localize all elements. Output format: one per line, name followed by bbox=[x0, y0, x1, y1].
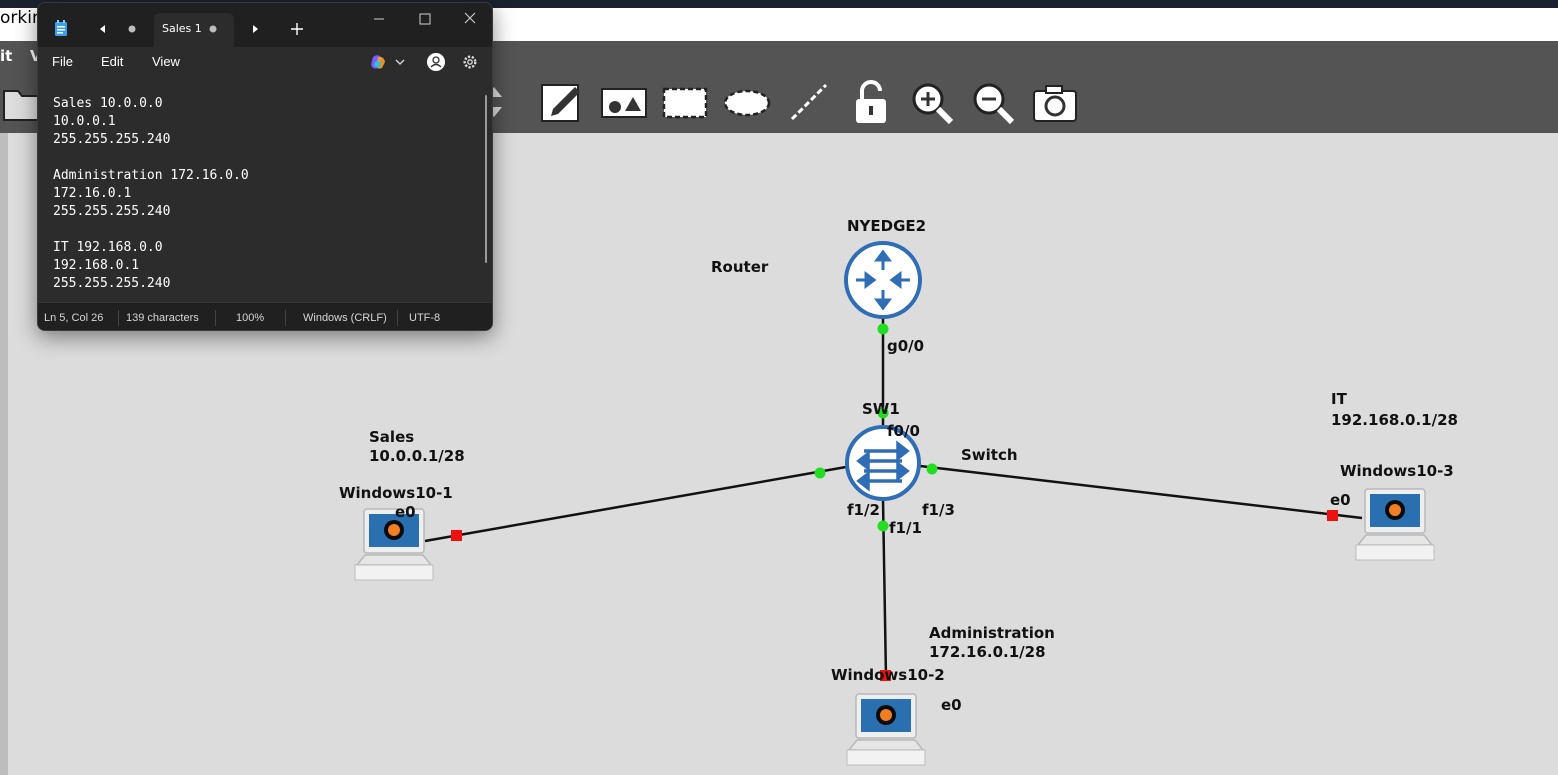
text-line: Administration 172.16.0.0 bbox=[53, 168, 249, 183]
unsaved-dot-icon bbox=[128, 25, 136, 33]
sales-group-label: Sales bbox=[369, 428, 415, 446]
sales-address-label: 10.0.0.1/28 bbox=[369, 447, 465, 465]
notepad-menu-bar: File Edit View bbox=[38, 47, 492, 77]
router-nyedge2[interactable] bbox=[844, 241, 922, 319]
link-switch-windows10-3[interactable] bbox=[919, 464, 1363, 520]
link-status-up bbox=[814, 467, 826, 479]
menu-edit[interactable]: Edit bbox=[101, 54, 123, 69]
administration-address-label: 172.16.0.1/28 bbox=[929, 643, 1046, 661]
menu-file[interactable]: File bbox=[52, 54, 73, 69]
settings-gear-icon[interactable] bbox=[462, 54, 478, 70]
port-label-f1-2: f1/2 bbox=[847, 501, 880, 519]
link-status-down bbox=[1327, 510, 1338, 521]
host-windows10-1[interactable] bbox=[354, 508, 434, 581]
host-name-windows10-2: Windows10-2 bbox=[831, 666, 945, 684]
text-line: 255.255.255.240 bbox=[53, 276, 171, 291]
link-status-down bbox=[451, 530, 462, 541]
host-name-windows10-1: Windows10-1 bbox=[339, 484, 453, 502]
text-line: 10.0.0.1 bbox=[53, 114, 116, 129]
text-line: 192.168.0.1 bbox=[53, 258, 140, 273]
close-icon[interactable] bbox=[457, 9, 483, 29]
status-encoding[interactable]: UTF-8 bbox=[409, 312, 440, 324]
port-label-f0-0: f0/0 bbox=[887, 422, 920, 440]
text-line: 172.16.0.1 bbox=[53, 186, 132, 201]
text-line: IT 192.168.0.0 bbox=[53, 240, 163, 255]
host-windows10-2[interactable] bbox=[846, 693, 926, 766]
administration-group-label: Administration bbox=[929, 624, 1055, 642]
text-line: 255.255.255.240 bbox=[53, 204, 171, 219]
status-zoom[interactable]: 100% bbox=[236, 312, 264, 324]
notepad-scrollbar[interactable] bbox=[485, 95, 487, 263]
port-label-e0-host2: e0 bbox=[941, 696, 962, 714]
new-tab-plus-icon[interactable] bbox=[290, 22, 304, 36]
status-divider bbox=[397, 310, 398, 326]
link-status-up bbox=[877, 323, 889, 335]
switch-name-label: SW1 bbox=[862, 400, 900, 418]
tab-scroll-right-icon[interactable] bbox=[251, 24, 259, 34]
status-character-count: 139 characters bbox=[126, 312, 199, 324]
status-divider bbox=[118, 310, 119, 326]
it-group-label: IT bbox=[1331, 390, 1347, 408]
router-name-label: NYEDGE2 bbox=[847, 217, 927, 235]
menu-view[interactable]: View bbox=[152, 54, 180, 69]
notepad-tab-bar: Sales 1 bbox=[38, 3, 492, 47]
minimize-icon[interactable] bbox=[366, 9, 392, 29]
maximize-icon[interactable] bbox=[412, 9, 438, 29]
notepad-tab-title: Sales 1 bbox=[162, 22, 202, 35]
port-label-e0-host3: e0 bbox=[1330, 491, 1351, 509]
tab-unsaved-dot-icon[interactable] bbox=[209, 25, 217, 33]
text-line: Sales 10.0.0.0 bbox=[53, 96, 163, 111]
host-windows10-3[interactable] bbox=[1355, 488, 1435, 561]
router-type-label: Router bbox=[711, 258, 769, 276]
port-label-e0-host1: e0 bbox=[395, 503, 416, 521]
status-line-ending[interactable]: Windows (CRLF) bbox=[303, 312, 387, 324]
status-divider bbox=[285, 310, 286, 326]
copilot-chevron-down-icon[interactable] bbox=[395, 58, 405, 66]
copilot-icon[interactable] bbox=[369, 54, 387, 71]
notepad-text-area[interactable]: Sales 10.0.0.0 10.0.0.1 255.255.255.240 … bbox=[38, 77, 492, 302]
link-switch-windows10-1[interactable] bbox=[424, 465, 847, 543]
status-divider bbox=[215, 310, 216, 326]
tab-scroll-left-icon[interactable] bbox=[99, 24, 107, 34]
it-address-label: 192.168.0.1/28 bbox=[1331, 411, 1458, 429]
port-label-f1-3: f1/3 bbox=[922, 501, 955, 519]
host-name-windows10-3: Windows10-3 bbox=[1340, 462, 1454, 480]
notepad-app-icon bbox=[55, 20, 67, 36]
switch-type-label: Switch bbox=[961, 446, 1018, 464]
status-cursor-position: Ln 5, Col 26 bbox=[44, 312, 104, 324]
link-status-up bbox=[926, 463, 938, 475]
text-line: 255.255.255.240 bbox=[53, 132, 171, 147]
port-label-g0-0: g0/0 bbox=[887, 337, 925, 355]
port-label-f1-1: f1/1 bbox=[889, 519, 922, 537]
link-status-up bbox=[877, 520, 889, 532]
notepad-status-bar: Ln 5, Col 26 139 characters 100% Windows… bbox=[38, 302, 492, 330]
notepad-tab-active[interactable]: Sales 1 bbox=[154, 13, 234, 47]
notepad-window[interactable]: Sales 1 File Edit View Sales 10.0.0.0 10… bbox=[37, 2, 493, 331]
account-avatar-icon[interactable] bbox=[426, 52, 446, 72]
